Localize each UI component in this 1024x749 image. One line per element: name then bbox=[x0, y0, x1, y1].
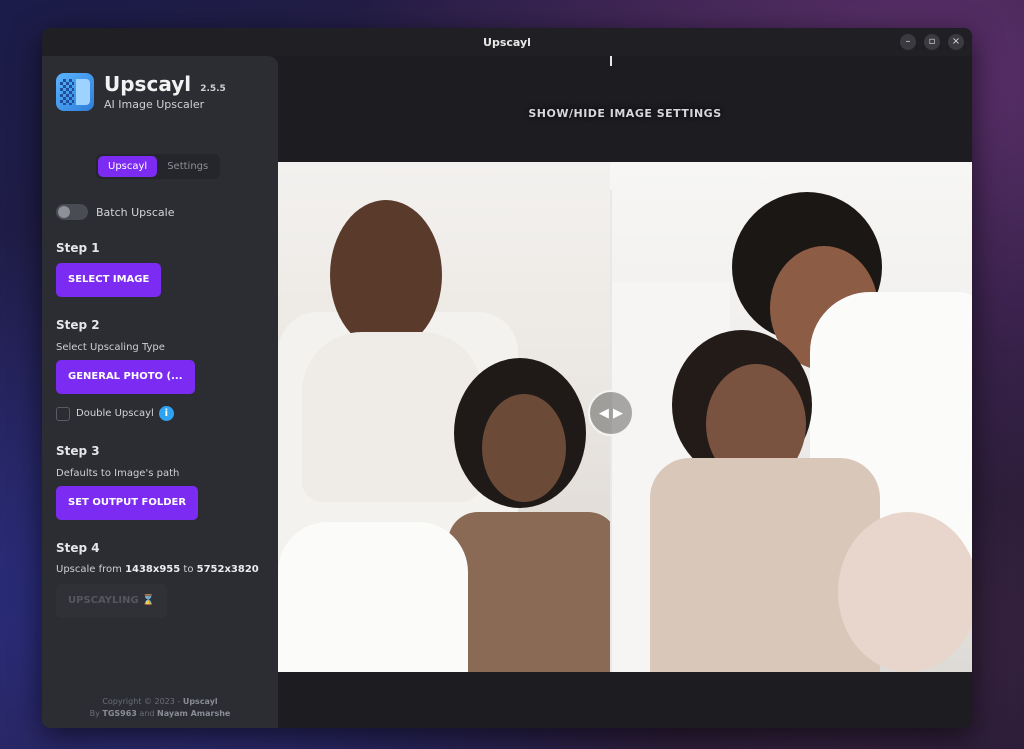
footer-link-upscayl[interactable]: Upscayl bbox=[183, 697, 218, 706]
batch-upscale-row: Batch Upscale bbox=[56, 204, 175, 220]
tab-settings[interactable]: Settings bbox=[157, 156, 218, 177]
batch-upscale-toggle[interactable] bbox=[56, 204, 88, 220]
select-image-button[interactable]: SELECT IMAGE bbox=[56, 263, 162, 297]
maximize-button[interactable]: ▫ bbox=[924, 34, 940, 50]
step4-description: Upscale from 1438x955 to 5752x3820 bbox=[56, 564, 259, 575]
main-panel: SHOW/HIDE IMAGE SETTINGS ◀ ▶ bbox=[278, 56, 972, 728]
upscayl-logo-icon bbox=[56, 72, 94, 111]
tab-upscayl[interactable]: Upscayl bbox=[98, 156, 158, 177]
batch-upscale-label: Batch Upscale bbox=[96, 205, 175, 219]
step4-title: Step 4 bbox=[56, 541, 100, 555]
upscayl-button[interactable]: UPSCAYLING ⌛ bbox=[56, 584, 167, 618]
footer-link-author2[interactable]: Nayam Amarshe bbox=[157, 709, 230, 718]
info-icon[interactable]: i bbox=[158, 406, 174, 421]
title-bar[interactable]: Upscayl – ▫ × bbox=[42, 28, 972, 56]
original-image bbox=[278, 162, 618, 672]
step3-description: Defaults to Image's path bbox=[56, 468, 180, 479]
window-title: Upscayl bbox=[483, 35, 531, 49]
app-name: Upscayl bbox=[104, 72, 192, 96]
source-resolution: 1438x955 bbox=[125, 564, 181, 575]
compare-divider-top bbox=[610, 56, 612, 66]
footer: Copyright © 2023 - Upscayl By TGS963 and… bbox=[89, 697, 231, 718]
app-version: 2.5.5 bbox=[200, 84, 226, 94]
step1-title: Step 1 bbox=[56, 241, 100, 255]
minimize-button[interactable]: – bbox=[900, 34, 916, 50]
close-button[interactable]: × bbox=[948, 34, 964, 50]
tab-bar: Upscayl Settings bbox=[96, 154, 221, 179]
double-upscayl-row: Double Upscayl i bbox=[56, 406, 174, 421]
set-output-folder-button[interactable]: SET OUTPUT FOLDER bbox=[56, 486, 199, 520]
double-upscayl-label: Double Upscayl bbox=[76, 408, 154, 419]
window-controls: – ▫ × bbox=[900, 34, 964, 50]
sidebar: Upscayl 2.5.5 AI Image Upscaler Upscayl … bbox=[42, 56, 278, 728]
step2-description: Select Upscaling Type bbox=[56, 342, 165, 353]
upscaling-type-select[interactable]: GENERAL PHOTO (... bbox=[56, 360, 195, 394]
app-subtitle: AI Image Upscaler bbox=[104, 98, 205, 111]
target-resolution: 5752x3820 bbox=[196, 564, 259, 575]
compare-slider-handle[interactable]: ◀ ▶ bbox=[588, 390, 634, 436]
show-hide-settings-button[interactable]: SHOW/HIDE IMAGE SETTINGS bbox=[278, 107, 972, 120]
double-upscayl-checkbox[interactable] bbox=[56, 406, 70, 421]
upscaled-image bbox=[610, 162, 972, 672]
step2-title: Step 2 bbox=[56, 318, 100, 332]
footer-link-author1[interactable]: TGS963 bbox=[102, 709, 136, 718]
app-window: Upscayl – ▫ × Upscayl 2.5.5 AI Image Ups… bbox=[42, 28, 972, 728]
step3-title: Step 3 bbox=[56, 444, 100, 458]
brand-header: Upscayl 2.5.5 AI Image Upscaler bbox=[56, 72, 226, 111]
